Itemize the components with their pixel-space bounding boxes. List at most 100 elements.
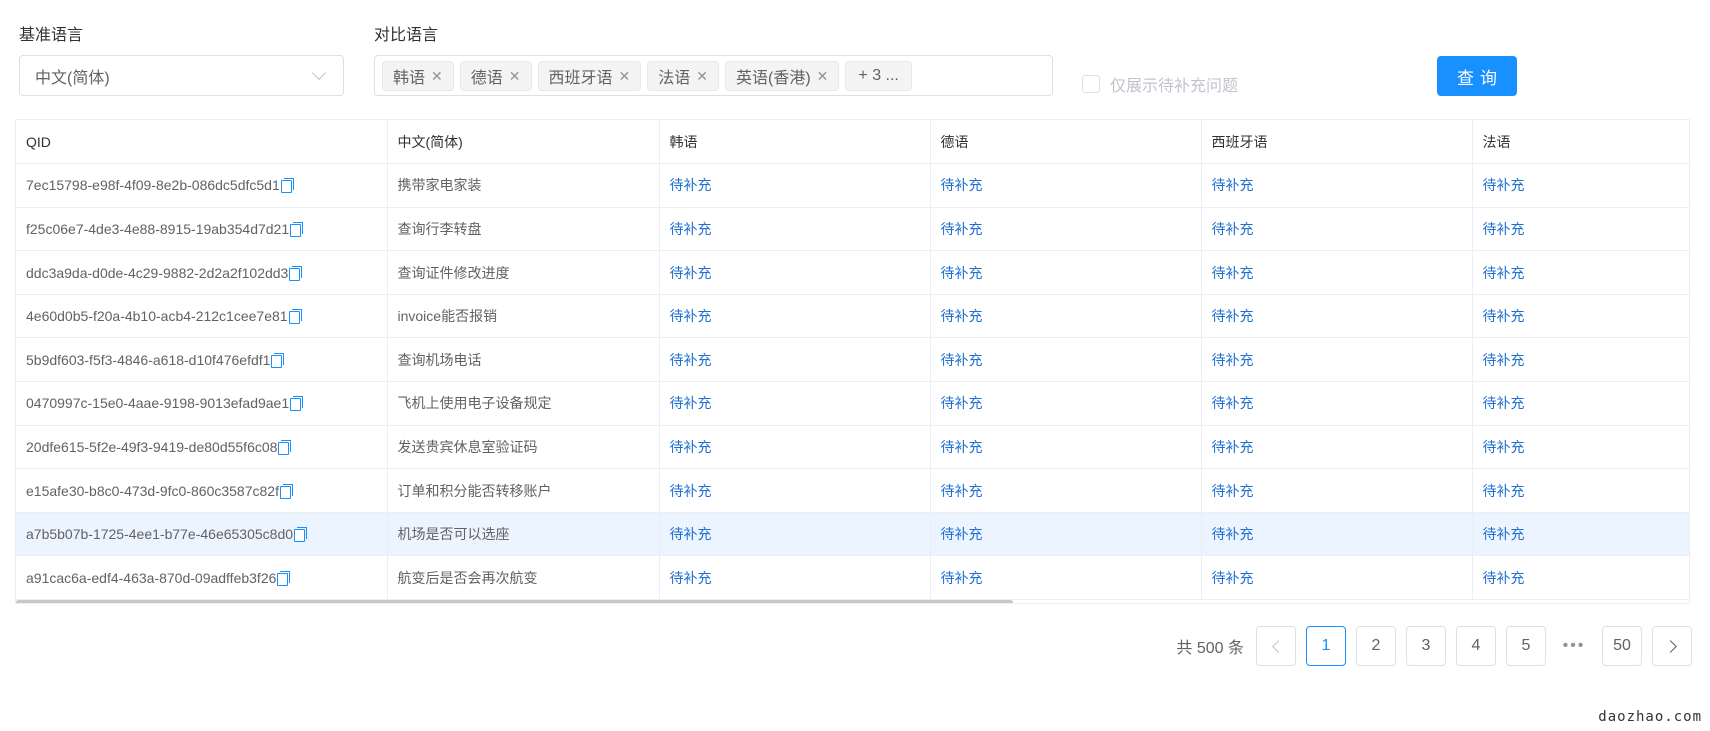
missing-link-ko[interactable]: 待补充	[659, 294, 931, 339]
copy-icon[interactable]	[289, 265, 303, 281]
next-page-button[interactable]	[1652, 626, 1692, 666]
app-root: 基准语言 中文(简体) 对比语言 韩语 ✕ 德语 ✕ 西班牙语 ✕ 法语 ✕ 英…	[0, 0, 1710, 731]
close-icon[interactable]: ✕	[509, 69, 521, 83]
language-tag-label: 德语	[470, 69, 503, 87]
missing-link-ko[interactable]: 待补充	[659, 250, 931, 295]
missing-link-de[interactable]: 待补充	[930, 555, 1202, 601]
missing-link-ko[interactable]: 待补充	[659, 381, 931, 426]
copy-icon[interactable]	[279, 483, 293, 499]
table-row[interactable]: 0470997c-15e0-4aae-9198-9013efad9ae1 飞机上使…	[16, 381, 1689, 426]
only-missing-checkbox[interactable]: 仅展示待补充问题	[1082, 72, 1238, 96]
page-button-4[interactable]: 4	[1456, 626, 1496, 666]
language-tag-label: 西班牙语	[548, 69, 613, 87]
missing-link-fr[interactable]: 待补充	[1472, 381, 1689, 426]
more-languages-tag[interactable]: + 3 ...	[845, 60, 912, 91]
missing-link-de[interactable]: 待补充	[930, 381, 1202, 426]
copy-icon[interactable]	[277, 570, 291, 586]
page-button-2[interactable]: 2	[1356, 626, 1396, 666]
copy-icon[interactable]	[280, 178, 294, 194]
qid-cell: e15afe30-b8c0-473d-9fc0-860c3587c82f	[16, 468, 388, 513]
table-row[interactable]: 4e60d0b5-f20a-4b10-acb4-212c1cee7e81 invo…	[16, 294, 1689, 339]
missing-link-ko[interactable]: 待补充	[659, 337, 931, 383]
language-tag-label: 英语(香港)	[736, 69, 811, 87]
copy-icon[interactable]	[290, 396, 304, 412]
qid-cell: 5b9df603-f5f3-4846-a618-d10f476efdf1	[16, 337, 388, 383]
zh-text-cell: 查询证件修改进度	[387, 250, 660, 295]
table-row[interactable]: 5b9df603-f5f3-4846-a618-d10f476efdf1 查询机场…	[16, 337, 1689, 383]
missing-link-ko[interactable]: 待补充	[659, 425, 931, 470]
more-pages-ellipsis[interactable]: •••	[1556, 637, 1592, 655]
copy-icon[interactable]	[290, 221, 304, 237]
missing-link-de[interactable]: 待补充	[930, 468, 1202, 513]
missing-link-de[interactable]: 待补充	[930, 250, 1202, 295]
close-icon[interactable]: ✕	[619, 69, 631, 83]
page-button-1[interactable]: 1	[1306, 626, 1346, 666]
missing-link-ko[interactable]: 待补充	[659, 555, 931, 601]
column-header-de: 德语	[930, 120, 1202, 165]
table-header-row: QID 中文(简体) 韩语 德语 西班牙语 法语	[16, 120, 1689, 165]
close-icon[interactable]: ✕	[696, 69, 708, 83]
missing-link-fr[interactable]: 待补充	[1472, 294, 1689, 339]
missing-link-fr[interactable]: 待补充	[1472, 425, 1689, 470]
query-button[interactable]: 查询	[1437, 56, 1517, 96]
missing-link-fr[interactable]: 待补充	[1472, 250, 1689, 295]
missing-link-fr[interactable]: 待补充	[1472, 337, 1689, 383]
missing-link-fr[interactable]: 待补充	[1472, 512, 1689, 557]
pagination: 共 500 条 1 2 3 4 5 ••• 50	[1176, 626, 1692, 666]
table-row[interactable]: e15afe30-b8c0-473d-9fc0-860c3587c82f 订单和积…	[16, 468, 1689, 513]
qid-text: 7ec15798-e98f-4f09-8e2b-086dc5dfc5d1	[26, 177, 280, 194]
horizontal-scrollbar[interactable]	[16, 600, 1013, 603]
missing-link-es[interactable]: 待补充	[1201, 512, 1473, 557]
qid-text: a91cac6a-edf4-463a-870d-09adffeb3f26	[26, 569, 277, 586]
page-button-5[interactable]: 5	[1506, 626, 1546, 666]
missing-link-de[interactable]: 待补充	[930, 512, 1202, 557]
missing-link-de[interactable]: 待补充	[930, 207, 1202, 252]
table-row[interactable]: f25c06e7-4de3-4e88-8915-19ab354d7d21 查询行李…	[16, 207, 1689, 252]
missing-link-es[interactable]: 待补充	[1201, 337, 1473, 383]
qid-cell: a91cac6a-edf4-463a-870d-09adffeb3f26	[16, 555, 388, 601]
missing-link-es[interactable]: 待补充	[1201, 381, 1473, 426]
compare-language-select[interactable]: 韩语 ✕ 德语 ✕ 西班牙语 ✕ 法语 ✕ 英语(香港) ✕ + 3 ...	[374, 55, 1053, 96]
close-icon[interactable]: ✕	[431, 69, 443, 83]
close-icon[interactable]: ✕	[817, 69, 829, 83]
column-header-qid: QID	[16, 120, 388, 165]
qid-cell: 20dfe615-5f2e-49f3-9419-de80d55f6c08	[16, 425, 388, 470]
table-row[interactable]: a91cac6a-edf4-463a-870d-09adffeb3f26 航变后是…	[16, 555, 1689, 601]
missing-link-es[interactable]: 待补充	[1201, 294, 1473, 339]
missing-link-de[interactable]: 待补充	[930, 337, 1202, 383]
missing-link-ko[interactable]: 待补充	[659, 163, 931, 208]
missing-link-es[interactable]: 待补充	[1201, 555, 1473, 601]
qid-cell: ddc3a9da-d0de-4c29-9882-2d2a2f102dd3	[16, 250, 388, 295]
table-row[interactable]: 7ec15798-e98f-4f09-8e2b-086dc5dfc5d1 携带家电…	[16, 163, 1689, 208]
missing-link-es[interactable]: 待补充	[1201, 250, 1473, 295]
missing-link-es[interactable]: 待补充	[1201, 425, 1473, 470]
copy-icon[interactable]	[271, 352, 285, 368]
table-row[interactable]: a7b5b07b-1725-4ee1-b77e-46e65305c8d0 机场是否…	[16, 512, 1689, 557]
missing-link-de[interactable]: 待补充	[930, 163, 1202, 208]
copy-icon[interactable]	[278, 439, 292, 455]
missing-link-fr[interactable]: 待补充	[1472, 207, 1689, 252]
missing-link-ko[interactable]: 待补充	[659, 207, 931, 252]
prev-page-button[interactable]	[1256, 626, 1296, 666]
language-tag: 韩语 ✕	[382, 60, 454, 91]
missing-link-fr[interactable]: 待补充	[1472, 163, 1689, 208]
missing-link-de[interactable]: 待补充	[930, 294, 1202, 339]
missing-link-de[interactable]: 待补充	[930, 425, 1202, 470]
missing-link-es[interactable]: 待补充	[1201, 468, 1473, 513]
missing-link-ko[interactable]: 待补充	[659, 512, 931, 557]
missing-link-es[interactable]: 待补充	[1201, 207, 1473, 252]
missing-link-ko[interactable]: 待补充	[659, 468, 931, 513]
missing-link-fr[interactable]: 待补充	[1472, 555, 1689, 601]
page-button-last[interactable]: 50	[1602, 626, 1642, 666]
table-row[interactable]: ddc3a9da-d0de-4c29-9882-2d2a2f102dd3 查询证件…	[16, 250, 1689, 295]
checkbox-box[interactable]	[1082, 75, 1100, 93]
copy-icon[interactable]	[288, 309, 302, 325]
qid-cell: f25c06e7-4de3-4e88-8915-19ab354d7d21	[16, 207, 388, 252]
base-language-select[interactable]: 中文(简体)	[19, 55, 344, 96]
table-row[interactable]: 20dfe615-5f2e-49f3-9419-de80d55f6c08 发送贵宾…	[16, 425, 1689, 470]
qid-cell: 4e60d0b5-f20a-4b10-acb4-212c1cee7e81	[16, 294, 388, 339]
page-button-3[interactable]: 3	[1406, 626, 1446, 666]
missing-link-fr[interactable]: 待补充	[1472, 468, 1689, 513]
missing-link-es[interactable]: 待补充	[1201, 163, 1473, 208]
copy-icon[interactable]	[294, 527, 308, 543]
